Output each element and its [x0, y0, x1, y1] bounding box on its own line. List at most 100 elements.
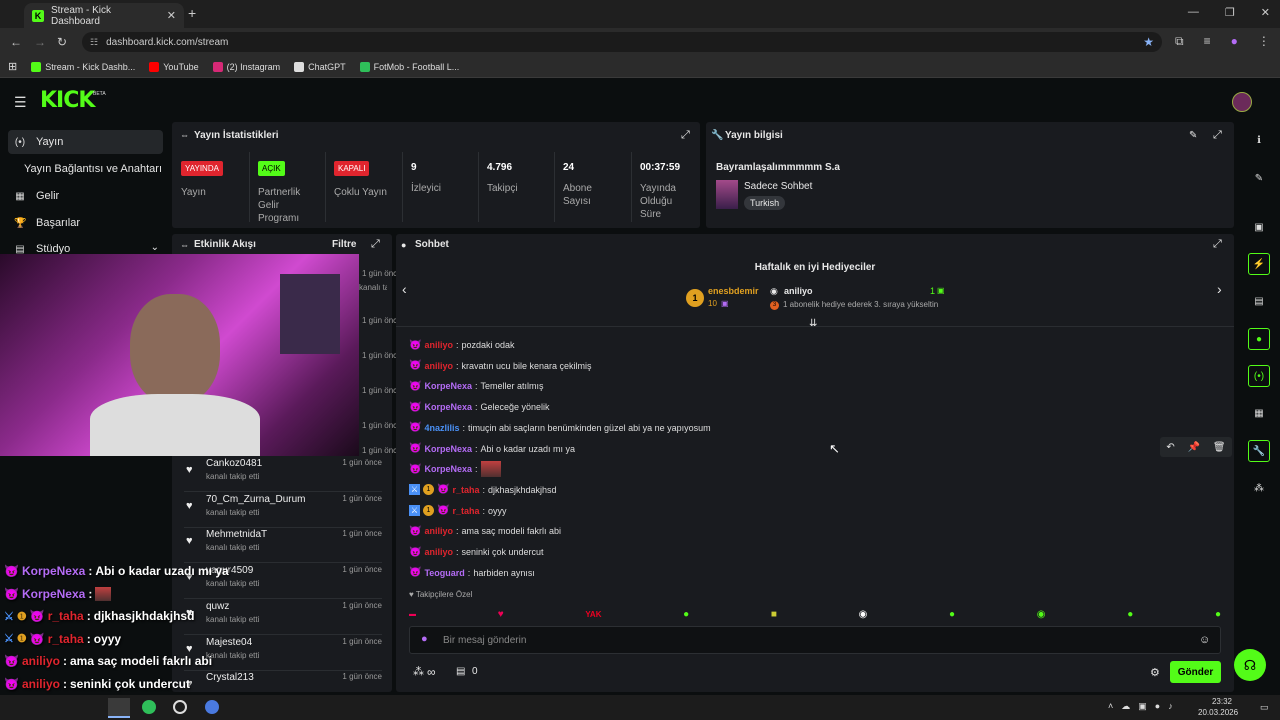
- restore-icon[interactable]: ❐: [1225, 6, 1235, 19]
- emote-blob-icon[interactable]: ●: [1127, 609, 1133, 620]
- send-button[interactable]: Gönder: [1170, 661, 1221, 683]
- chat-username[interactable]: aniliyo: [424, 340, 453, 350]
- share-icon[interactable]: ⁂: [1248, 477, 1270, 499]
- emote-ball-icon[interactable]: ◉: [859, 609, 868, 620]
- taskbar-app-active[interactable]: [108, 698, 130, 718]
- sidebar-item[interactable]: ▦ Gelir: [8, 184, 163, 208]
- chat-username[interactable]: r_taha: [452, 485, 479, 495]
- emote-green-icon[interactable]: ●: [683, 609, 689, 620]
- tray-mic-icon[interactable]: ●: [1155, 701, 1160, 712]
- tray-network-icon[interactable]: ☁: [1121, 701, 1130, 712]
- chat-username[interactable]: Teoguard: [424, 568, 464, 578]
- chat-username[interactable]: KorpeNexa: [424, 381, 472, 391]
- support-headset-icon[interactable]: ☊: [1234, 649, 1266, 681]
- tools-icon[interactable]: 🔧: [1248, 440, 1270, 462]
- close-window-icon[interactable]: ✕: [1261, 6, 1270, 19]
- chat-username[interactable]: KorpeNexa: [424, 402, 472, 412]
- back-icon[interactable]: ←: [10, 35, 22, 49]
- minimize-icon[interactable]: —: [1188, 6, 1199, 19]
- site-info-icon[interactable]: ☷: [90, 37, 98, 48]
- edit-icon[interactable]: ✎: [1248, 167, 1270, 189]
- clock-date[interactable]: 20.03.2026: [1198, 708, 1238, 717]
- chat-username[interactable]: aniliyo: [424, 547, 453, 557]
- tray-app-icon[interactable]: ▣: [1138, 701, 1147, 712]
- emote-chat-icon[interactable]: ●: [949, 609, 955, 620]
- reply-icon[interactable]: ↶: [1166, 442, 1174, 453]
- sidebar-item[interactable]: Yayın Bağlantısı ve Anahtarı: [8, 157, 163, 181]
- taskbar-app-icon[interactable]: [142, 700, 156, 714]
- expand-info-icon[interactable]: ⤢: [1213, 129, 1222, 142]
- hamburger-menu-icon[interactable]: ☰: [14, 94, 27, 111]
- bookmark-item[interactable]: YouTube: [149, 61, 199, 72]
- event-username[interactable]: 70_Cm_Zurna_Durum: [206, 494, 306, 505]
- broadcast-icon[interactable]: (•): [1248, 365, 1270, 387]
- event-username[interactable]: Majeste04: [206, 637, 252, 648]
- kick-logo[interactable]: KICK: [40, 88, 95, 113]
- expand-chat-icon[interactable]: ⤢: [1213, 238, 1222, 251]
- edit-pencil-icon[interactable]: ✎: [1189, 130, 1197, 141]
- bookmark-star-icon[interactable]: ★: [1143, 35, 1154, 49]
- chevron-down-icon[interactable]: ⌄: [151, 242, 159, 253]
- collapse-banner-icon[interactable]: ⇊: [809, 318, 817, 329]
- new-tab-icon[interactable]: +: [188, 5, 196, 21]
- chat-icon[interactable]: ●: [1248, 328, 1270, 350]
- bookmark-item[interactable]: ChatGPT: [294, 61, 346, 72]
- forward-icon[interactable]: →: [34, 35, 46, 49]
- chat-username[interactable]: aniliyo: [424, 526, 453, 536]
- emote-clown-icon[interactable]: ◉: [1037, 609, 1046, 620]
- extensions-icon[interactable]: ⧉: [1175, 34, 1184, 49]
- chat-username[interactable]: 4nazlilis: [424, 423, 459, 433]
- expand-stats-icon[interactable]: ⤢: [681, 129, 690, 142]
- notification-icon[interactable]: ▭: [1260, 702, 1269, 713]
- gifters-prev-icon[interactable]: ‹: [402, 281, 407, 297]
- bookmark-item[interactable]: (2) Instagram: [212, 61, 280, 72]
- event-username[interactable]: Crystal213: [206, 672, 254, 683]
- chat-username[interactable]: KorpeNexa: [424, 444, 472, 454]
- event-username[interactable]: MehmetnidaT: [206, 529, 267, 540]
- user-avatar[interactable]: [1232, 92, 1252, 112]
- omnibox[interactable]: ☷ dashboard.kick.com/stream ★: [82, 32, 1162, 52]
- sidebar-item[interactable]: (•) Yayın: [8, 130, 163, 154]
- emote-1-icon[interactable]: ▬: [409, 611, 416, 618]
- profile-icon[interactable]: ●: [1231, 34, 1238, 49]
- emote-yak[interactable]: YAK: [585, 610, 601, 619]
- browser-tab[interactable]: K Stream - Kick Dashboard ✕: [24, 3, 184, 28]
- chat-username[interactable]: r_taha: [452, 506, 479, 516]
- gifters-next-icon[interactable]: ›: [1217, 281, 1222, 297]
- taskbar-obs-icon[interactable]: [173, 700, 187, 714]
- expand-events-icon[interactable]: ⤢: [371, 238, 380, 251]
- filter-button[interactable]: Filtre: [332, 239, 356, 250]
- emoji-picker-icon[interactable]: ☺: [1199, 634, 1210, 646]
- pin-icon[interactable]: 📌: [1188, 442, 1200, 453]
- mic-icon[interactable]: ●: [421, 633, 428, 645]
- emote-2-icon[interactable]: ♥: [498, 609, 504, 620]
- apps-grid-icon[interactable]: ⊞: [8, 60, 17, 73]
- bookmark-item[interactable]: Stream - Kick Dashb...: [31, 61, 135, 72]
- emote-face-icon[interactable]: ■: [771, 609, 777, 620]
- taskbar-chrome-icon[interactable]: [205, 700, 219, 714]
- event-username[interactable]: Cankoz0481: [206, 458, 262, 469]
- camera-icon[interactable]: ▣: [1248, 216, 1270, 238]
- chat-username[interactable]: aniliyo: [424, 361, 453, 371]
- menu-kebab-icon[interactable]: ⋮: [1258, 34, 1270, 49]
- reading-list-icon[interactable]: ≡: [1204, 34, 1211, 49]
- sidebar-item[interactable]: 🏆 Başarılar: [8, 211, 163, 235]
- tray-chevron-icon[interactable]: ˄: [1108, 701, 1113, 712]
- gift-box-icon[interactable]: ▤: [456, 666, 465, 677]
- reload-icon[interactable]: ↻: [57, 35, 67, 49]
- close-tab-icon[interactable]: ✕: [167, 9, 176, 22]
- document-icon[interactable]: ▤: [1248, 290, 1270, 312]
- event-username[interactable]: quwz: [206, 601, 229, 612]
- emote-smile-icon[interactable]: ●: [1215, 609, 1221, 620]
- chat-username[interactable]: KorpeNexa: [424, 464, 472, 474]
- tray-volume-icon[interactable]: ♪: [1168, 701, 1173, 712]
- chat-input-placeholder[interactable]: Bir mesaj gönderin: [443, 635, 526, 646]
- chat-settings-gear-icon[interactable]: ⚙: [1150, 666, 1160, 679]
- second-gifter-name[interactable]: aniliyo: [784, 286, 813, 296]
- lightning-icon[interactable]: ⚡: [1248, 253, 1270, 275]
- chat-input-box[interactable]: [409, 626, 1221, 654]
- delete-icon[interactable]: 🗑: [1213, 442, 1226, 453]
- bookmark-item[interactable]: FotMob - Football L...: [359, 61, 459, 72]
- info-icon[interactable]: ℹ: [1248, 129, 1270, 151]
- printer-icon[interactable]: ▦: [1248, 402, 1270, 424]
